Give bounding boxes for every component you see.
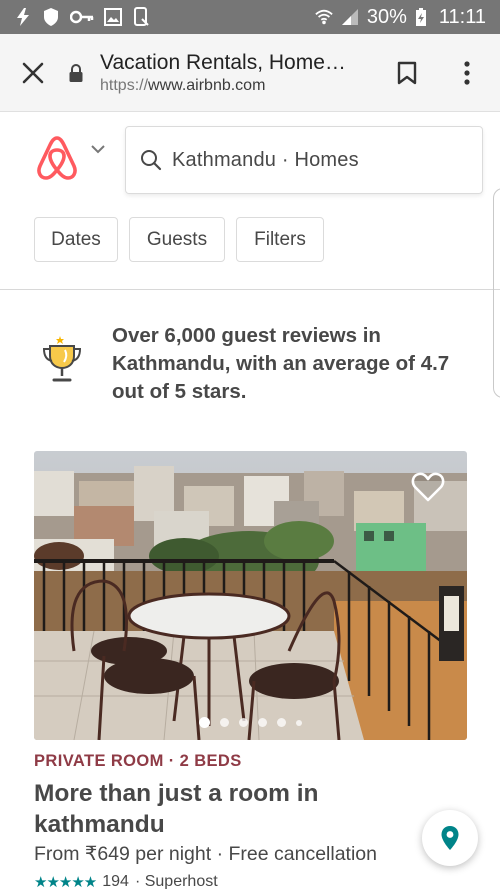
scroll-edge-indicator bbox=[493, 188, 500, 398]
listing-price: From ₹649 per night · Free cancellation bbox=[34, 843, 377, 865]
address-bar[interactable]: Vacation Rentals, Home… https://www.airb… bbox=[100, 51, 380, 95]
wifi-icon bbox=[315, 8, 333, 26]
close-icon bbox=[22, 62, 44, 83]
search-icon bbox=[140, 149, 162, 171]
flash-icon bbox=[14, 8, 32, 26]
listing-photo[interactable] bbox=[34, 451, 467, 740]
review-banner: Over 6,000 guest reviews in Kathmandu, w… bbox=[0, 290, 500, 430]
battery-icon bbox=[415, 8, 427, 26]
url-text: https://www.airbnb.com bbox=[100, 77, 380, 95]
image-icon bbox=[104, 8, 122, 26]
carousel-dot[interactable] bbox=[296, 719, 302, 726]
notification-icons bbox=[14, 7, 150, 26]
filters-button[interactable]: Filters bbox=[236, 217, 324, 262]
chevron-down-icon[interactable] bbox=[90, 142, 106, 156]
listing-title[interactable]: More than just a room in kathmandu bbox=[34, 778, 404, 840]
superhost-badge: · Superhost bbox=[134, 873, 218, 889]
filter-bar: Dates Guests Filters bbox=[34, 217, 324, 262]
url-scheme: https:// bbox=[100, 76, 149, 94]
map-pin-icon bbox=[441, 826, 459, 850]
search-input[interactable]: Kathmandu · Homes bbox=[125, 126, 483, 194]
signal-icon bbox=[341, 8, 359, 26]
listing-rating: ★★★★★ 194 · Superhost bbox=[34, 873, 218, 889]
dates-filter-button[interactable]: Dates bbox=[34, 217, 118, 262]
status-bar: 30% 11:11 bbox=[0, 0, 500, 34]
bookmark-button[interactable] bbox=[380, 34, 434, 112]
browser-toolbar: Vacation Rentals, Home… https://www.airb… bbox=[0, 34, 500, 112]
listing-photo-image bbox=[34, 451, 467, 740]
save-heart-icon[interactable] bbox=[411, 471, 445, 503]
carousel-dot-active[interactable] bbox=[199, 717, 210, 728]
phone-icon bbox=[132, 7, 150, 26]
bookmark-icon bbox=[397, 61, 417, 84]
lock-icon bbox=[66, 61, 86, 85]
guests-filter-button[interactable]: Guests bbox=[129, 217, 225, 262]
carousel-dot[interactable] bbox=[239, 718, 248, 727]
more-vert-icon bbox=[464, 60, 470, 85]
review-count: 194 bbox=[102, 873, 129, 889]
close-tab-button[interactable] bbox=[0, 34, 66, 112]
more-options-button[interactable] bbox=[434, 34, 500, 112]
shield-icon bbox=[42, 8, 60, 26]
url-host: www.airbnb.com bbox=[148, 76, 266, 94]
system-status: 30% 11:11 bbox=[315, 6, 486, 29]
clock: 11:11 bbox=[438, 5, 486, 28]
carousel-dot[interactable] bbox=[258, 718, 267, 727]
star-rating-icon: ★★★★★ bbox=[34, 874, 97, 889]
carousel-dot[interactable] bbox=[220, 718, 229, 727]
airbnb-logo[interactable] bbox=[36, 134, 78, 180]
trophy-icon bbox=[40, 334, 84, 386]
listing-type: PRIVATE ROOM · 2 BEDS bbox=[34, 752, 242, 770]
battery-percent: 30% bbox=[366, 5, 407, 28]
key-icon bbox=[70, 8, 94, 26]
photo-carousel-dots bbox=[34, 717, 467, 728]
app-header: Kathmandu · Homes Dates Guests Filters bbox=[0, 112, 500, 290]
review-summary-text: Over 6,000 guest reviews in Kathmandu, w… bbox=[112, 324, 450, 403]
page-title: Vacation Rentals, Home… bbox=[100, 50, 346, 74]
search-query: Kathmandu · Homes bbox=[172, 148, 359, 171]
map-button[interactable] bbox=[422, 810, 478, 866]
carousel-dot[interactable] bbox=[277, 718, 286, 727]
